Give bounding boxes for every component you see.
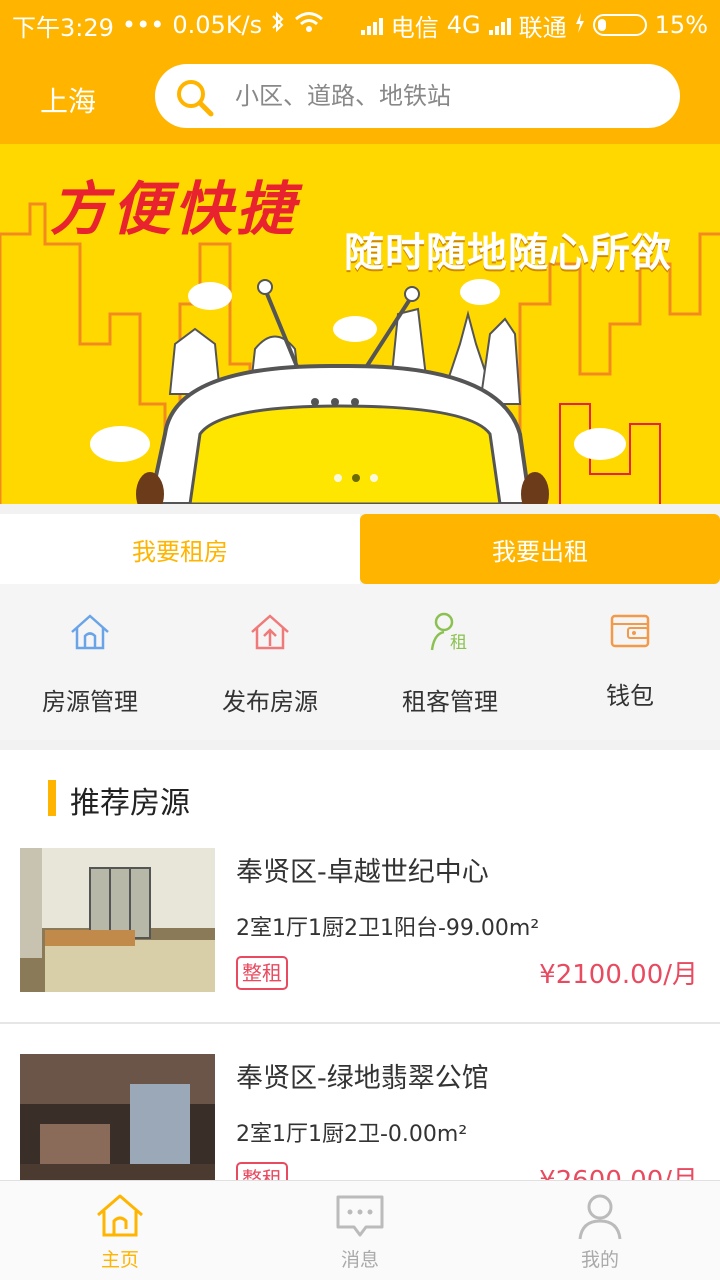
- listing-card[interactable]: 奉贤区-绿地翡翠公馆 2室1厅1厨2卫-0.00m² 整租 ¥2600.00/月: [0, 1054, 720, 1180]
- quick-actions: 房源管理 发布房源 租 租客管理 钱包: [0, 584, 720, 740]
- rental-type-badge: 整租: [236, 956, 288, 990]
- tab-rent[interactable]: 我要租房: [0, 514, 360, 584]
- carousel-indicator: [334, 474, 378, 482]
- carousel-dot[interactable]: [370, 474, 378, 482]
- house-management-button[interactable]: 房源管理: [0, 584, 180, 740]
- tenant-icon: 租: [430, 612, 467, 653]
- nav-home[interactable]: 主页: [0, 1181, 240, 1280]
- wallet-label: 钱包: [606, 682, 654, 710]
- rental-type-badge: 整租: [236, 1162, 288, 1180]
- notification-dots: •••: [121, 11, 165, 39]
- banner-title: 方便快捷: [50, 175, 299, 243]
- promo-banner[interactable]: 方便快捷 随时随地随心所欲: [0, 144, 720, 504]
- nav-home-label: 主页: [100, 1249, 139, 1271]
- city-selector[interactable]: 上海: [40, 80, 96, 120]
- message-icon: [336, 1195, 384, 1237]
- listing-price: ¥2100.00/月: [539, 960, 698, 990]
- tab-lease[interactable]: 我要出租: [360, 514, 720, 584]
- header: 上海: [0, 50, 720, 144]
- section-accent-bar: [48, 780, 56, 816]
- carousel-dot-active[interactable]: [352, 474, 360, 482]
- wallet-icon: [610, 614, 650, 648]
- signal-icon: [360, 15, 383, 35]
- listing-spec: 2室1厅1厨2卫1阳台-99.00m²: [236, 916, 540, 941]
- network-type: 4G: [446, 11, 481, 39]
- bluetooth-icon: [270, 10, 286, 40]
- wifi-icon: [294, 11, 324, 39]
- charging-icon: [575, 11, 585, 39]
- carrier-1: 电信: [390, 13, 439, 42]
- section-title: 推荐房源: [70, 786, 190, 821]
- profile-icon: [578, 1194, 622, 1240]
- publish-house-label: 发布房源: [222, 688, 318, 716]
- banner-subtitle: 随时随地随心所欲: [344, 230, 672, 276]
- carrier-2: 联通: [518, 13, 567, 42]
- home-icon: [97, 1194, 143, 1237]
- house-icon: [71, 614, 109, 650]
- bottom-navigation: 主页 消息 我的: [0, 1180, 720, 1280]
- search-bar[interactable]: [155, 64, 680, 128]
- search-input[interactable]: [235, 64, 655, 128]
- status-time: 下午3:29: [12, 13, 114, 42]
- rent-mode-tabs: 我要租房 我要出租: [0, 514, 720, 584]
- listing-photo: [20, 848, 215, 992]
- tenant-management-label: 租客管理: [402, 688, 498, 716]
- network-speed: 0.05K/s: [172, 11, 263, 39]
- publish-house-icon: [251, 614, 289, 650]
- nav-profile[interactable]: 我的: [480, 1181, 720, 1280]
- svg-text:租: 租: [450, 633, 467, 653]
- search-icon: [177, 80, 214, 117]
- nav-profile-label: 我的: [580, 1249, 619, 1271]
- listing-price: ¥2600.00/月: [539, 1160, 698, 1180]
- carousel-dot[interactable]: [334, 474, 342, 482]
- signal-icon: [488, 15, 511, 35]
- listing-spec: 2室1厅1厨2卫-0.00m²: [236, 1122, 468, 1147]
- wallet-button[interactable]: 钱包: [540, 584, 720, 740]
- recommended-section: 推荐房源 奉贤区-卓越世纪中心 2室1厅1厨2卫1阳台-99.00m² 整租 ¥…: [0, 750, 720, 1180]
- status-bar: 下午3:29 ••• 0.05K/s 电信 4G 联通 15%: [0, 0, 720, 50]
- divider: [0, 1022, 720, 1024]
- battery-icon: [592, 14, 647, 36]
- tenant-management-button[interactable]: 租 租客管理: [360, 584, 540, 740]
- listing-name: 奉贤区-卓越世纪中心: [236, 857, 489, 888]
- listing-card[interactable]: 奉贤区-卓越世纪中心 2室1厅1厨2卫1阳台-99.00m² 整租 ¥2100.…: [0, 848, 720, 1048]
- nav-messages-label: 消息: [340, 1249, 379, 1271]
- battery-level: 15%: [654, 11, 708, 39]
- listing-name: 奉贤区-绿地翡翠公馆: [236, 1063, 489, 1094]
- listing-photo: [20, 1054, 215, 1180]
- house-management-label: 房源管理: [42, 688, 138, 716]
- nav-messages[interactable]: 消息: [240, 1181, 480, 1280]
- publish-house-button[interactable]: 发布房源: [180, 584, 360, 740]
